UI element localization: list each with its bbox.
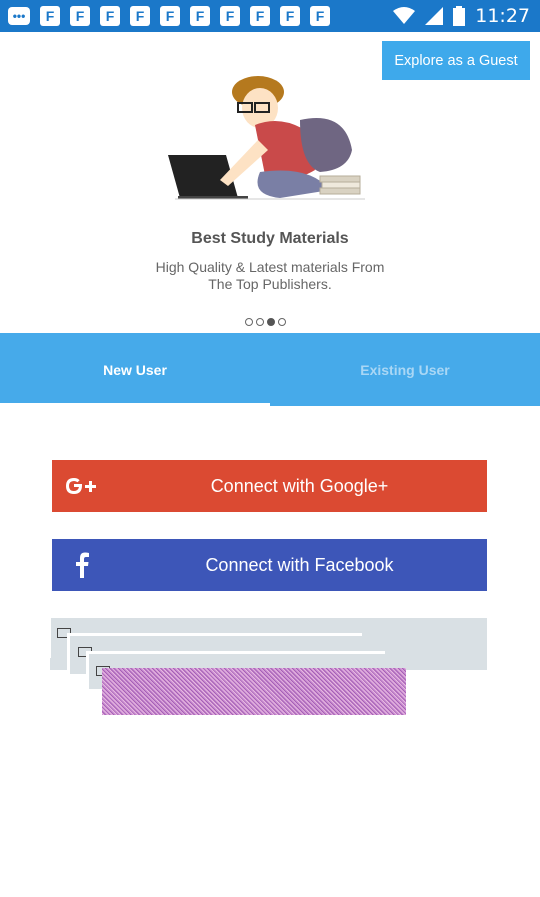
page-dot[interactable] bbox=[256, 318, 264, 326]
carousel-page-indicator bbox=[245, 318, 286, 326]
google-button-label: Connect with Google+ bbox=[210, 475, 389, 496]
app-f-icon: F bbox=[310, 6, 330, 26]
status-bar: ••• F F F F F F F F F F 11:27 bbox=[0, 0, 540, 32]
google-plus-icon bbox=[62, 460, 102, 512]
facebook-icon bbox=[62, 539, 102, 591]
page-dot[interactable] bbox=[278, 318, 286, 326]
student-laptop-illustration bbox=[168, 76, 365, 200]
chat-icon: ••• bbox=[8, 7, 30, 25]
app-f-icon: F bbox=[280, 6, 300, 26]
explore-as-guest-button[interactable]: Explore as a Guest bbox=[382, 41, 530, 80]
app-f-icon: F bbox=[70, 6, 90, 26]
facebook-button-label: Connect with Facebook bbox=[205, 554, 394, 575]
battery-icon bbox=[453, 6, 466, 26]
tab-selected-indicator bbox=[0, 403, 270, 406]
app-f-icon: F bbox=[160, 6, 180, 26]
tab-new-user[interactable]: New User bbox=[0, 333, 270, 406]
promo-subtitle: High Quality & Latest materials From The… bbox=[0, 259, 540, 293]
tab-existing-user[interactable]: Existing User bbox=[270, 333, 540, 406]
connect-facebook-button[interactable]: Connect with Facebook bbox=[52, 539, 487, 591]
connect-google-button[interactable]: Connect with Google+ bbox=[52, 460, 487, 512]
app-f-icon: F bbox=[250, 6, 270, 26]
app-f-icon: F bbox=[220, 6, 240, 26]
app-f-icon: F bbox=[190, 6, 210, 26]
app-f-icon: F bbox=[100, 6, 120, 26]
promo-title: Best Study Materials bbox=[191, 230, 349, 247]
page-dot-active[interactable] bbox=[267, 318, 275, 326]
status-indicators: 11:27 bbox=[393, 5, 530, 27]
status-time: 11:27 bbox=[475, 5, 530, 27]
notification-icons: ••• F F F F F F F F F F bbox=[8, 6, 330, 26]
wifi-icon bbox=[393, 7, 416, 24]
promo-subtitle-line-1: High Quality & Latest materials From bbox=[155, 259, 385, 275]
promo-subtitle-line-2: The Top Publishers. bbox=[208, 276, 332, 292]
app-f-icon: F bbox=[40, 6, 60, 26]
rendering-noise bbox=[102, 668, 406, 715]
app-f-icon: F bbox=[130, 6, 150, 26]
signal-icon bbox=[425, 7, 444, 25]
user-tabs: New User Existing User bbox=[0, 333, 540, 406]
page-dot[interactable] bbox=[245, 318, 253, 326]
